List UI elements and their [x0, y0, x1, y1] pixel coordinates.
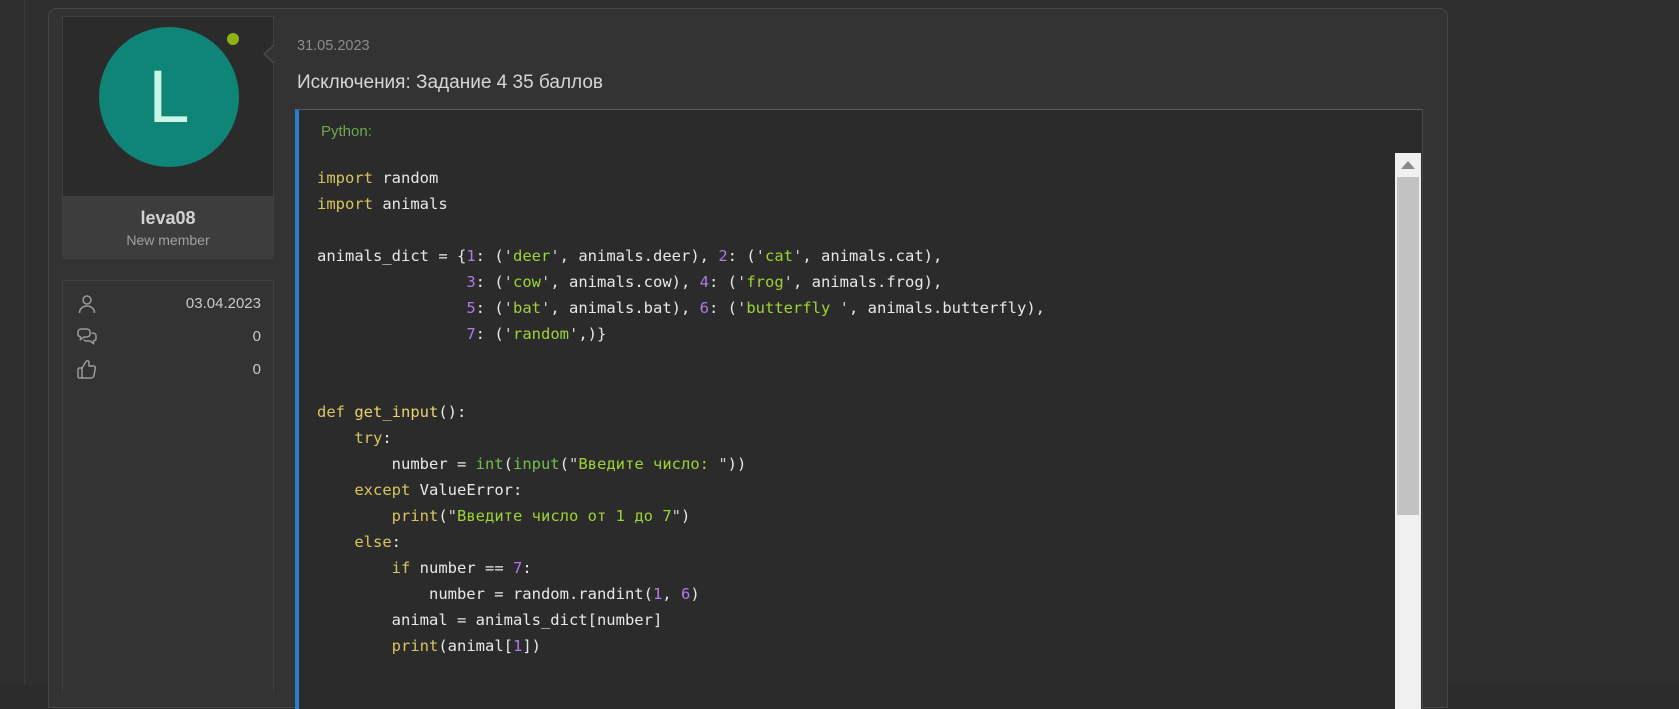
code-line: import random	[317, 165, 1386, 191]
code-line: def get_input():	[317, 399, 1386, 425]
message-card: L leva08 New member 03.04.2023	[48, 8, 1448, 708]
user-role: New member	[126, 232, 209, 248]
thread-page: L leva08 New member 03.04.2023	[0, 0, 1679, 685]
post-title: Исключения: Задание 4 35 баллов	[297, 72, 603, 94]
code-line: 3: ('cow', animals.cow), 4: ('frog', ani…	[317, 269, 1386, 295]
messages-icon	[75, 325, 99, 349]
stat-row-likes: 0	[75, 353, 261, 386]
avatar-letter: L	[148, 60, 189, 134]
joined-date-value: 03.04.2023	[99, 295, 261, 312]
code-content[interactable]: import randomimport animals animals_dict…	[299, 157, 1392, 709]
code-line	[317, 373, 1386, 399]
online-status-dot	[227, 33, 239, 45]
code-line: animals_dict = {1: ('deer', animals.deer…	[317, 243, 1386, 269]
code-scrollbar-thumb[interactable]	[1397, 177, 1419, 515]
stat-row-messages: 0	[75, 320, 261, 353]
code-language-label: Python:	[321, 123, 372, 140]
stat-row-joined: 03.04.2023	[75, 287, 261, 320]
code-line: import animals	[317, 191, 1386, 217]
user-icon	[75, 292, 99, 316]
likes-icon	[75, 358, 99, 382]
code-line: animal = animals_dict[number]	[317, 607, 1386, 633]
page-gutter-divider	[24, 0, 25, 685]
code-line: else:	[317, 529, 1386, 555]
code-line: except ValueError:	[317, 477, 1386, 503]
user-title-box: leva08 New member	[62, 197, 274, 259]
code-scrollbar-track[interactable]	[1395, 153, 1421, 709]
avatar[interactable]: L	[99, 27, 239, 167]
avatar-box: L	[62, 16, 274, 197]
code-line: print(animal[1])	[317, 633, 1386, 659]
scrollbar-up-button[interactable]	[1395, 153, 1421, 177]
user-cell: L leva08 New member	[62, 16, 274, 259]
code-line: 7: ('random',)}	[317, 321, 1386, 347]
code-line: number = random.randint(1, 6)	[317, 581, 1386, 607]
username-link[interactable]: leva08	[140, 208, 195, 229]
code-line: try:	[317, 425, 1386, 451]
post-date-link[interactable]: 31.05.2023	[297, 38, 370, 54]
likes-count-value: 0	[99, 361, 261, 378]
message-arrow-fill	[265, 45, 275, 63]
messages-count-value: 0	[99, 328, 261, 345]
code-line: number = int(input("Введите число: "))	[317, 451, 1386, 477]
code-line: 5: ('bat', animals.bat), 6: ('butterfly …	[317, 295, 1386, 321]
code-line: if number == 7:	[317, 555, 1386, 581]
user-stats-box: 03.04.2023 0	[62, 280, 274, 694]
scroll-up-arrow-icon	[1401, 161, 1415, 169]
code-block: Python: import randomimport animals anim…	[295, 109, 1423, 709]
code-line	[317, 347, 1386, 373]
code-line: print("Введите число от 1 до 7")	[317, 503, 1386, 529]
code-line	[317, 217, 1386, 243]
